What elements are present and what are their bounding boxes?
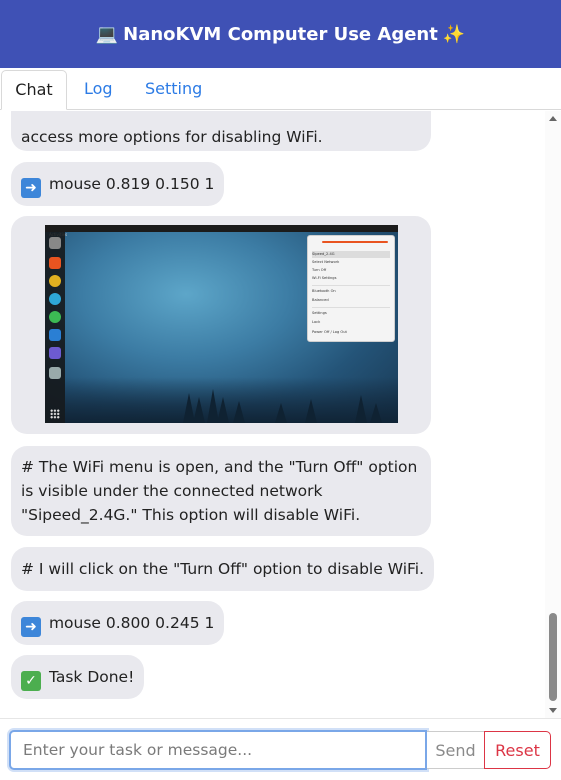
- tab-chat[interactable]: Chat: [1, 70, 67, 110]
- menu-item-power: Power Off / Log Out: [312, 330, 347, 334]
- forest-silhouette: [65, 377, 398, 423]
- message-text: # I will click on the "Turn Off" option …: [21, 560, 425, 578]
- message-input-bar: Send Reset: [0, 718, 561, 780]
- menu-item-lock: Lock: [312, 320, 321, 324]
- chat-message: x access more options for disabling WiFi…: [11, 111, 431, 151]
- trash-icon: [49, 367, 61, 379]
- message-text: Task Done!: [48, 668, 135, 686]
- desktop-top-bar: Activities: [45, 225, 398, 237]
- laptop-icon: 💻: [95, 23, 119, 45]
- app-title: NanoKVM Computer Use Agent: [123, 23, 438, 45]
- scrollbar-thumb[interactable]: [549, 613, 557, 701]
- arrow-right-icon: ➜: [21, 617, 41, 637]
- chat-log: x access more options for disabling WiFi…: [0, 111, 545, 718]
- chat-message: # The WiFi menu is open, and the "Turn O…: [11, 446, 431, 536]
- chrome-icon: [49, 275, 61, 287]
- chat-message: ✓ Task Done!: [11, 655, 145, 699]
- arrow-right-icon: ➜: [21, 178, 41, 198]
- scroll-up-arrow-icon[interactable]: [549, 116, 557, 121]
- message-text: access more options for disabling WiFi.: [21, 128, 323, 146]
- menu-item-select-network: Select Network: [312, 260, 340, 264]
- menu-item-power-mode: Balanced: [312, 298, 329, 302]
- desktop-screenshot: Activities: [45, 225, 398, 423]
- volume-slider: [322, 241, 388, 243]
- app-store-icon: [49, 257, 61, 269]
- browser-icon: [49, 293, 61, 305]
- menu-item-settings: Settings: [312, 311, 327, 315]
- menu-item-turn-off: Turn Off: [312, 268, 327, 272]
- chat-screenshot-message: Activities: [11, 216, 431, 434]
- check-mark-icon: ✓: [21, 671, 41, 691]
- tab-setting[interactable]: Setting: [145, 70, 202, 110]
- app-grid-icon: [50, 409, 60, 419]
- message-input[interactable]: [9, 730, 427, 770]
- tab-log[interactable]: Log: [84, 70, 113, 110]
- chat-message: ➜ mouse 0.819 0.150 1: [11, 162, 225, 206]
- chat-app-icon: [49, 311, 61, 323]
- system-menu: Sipeed_2.4G Select Network Turn Off Wi-F…: [307, 235, 395, 342]
- message-text: mouse 0.819 0.150 1: [48, 175, 215, 193]
- app-icon: [49, 347, 61, 359]
- desktop-dock: [45, 232, 65, 423]
- vscode-icon: [49, 329, 61, 341]
- send-button[interactable]: Send: [427, 731, 485, 769]
- tab-bar: Chat Log Setting: [0, 68, 561, 110]
- menu-item-bluetooth: Bluetooth On: [312, 289, 336, 293]
- chat-message: # I will click on the "Turn Off" option …: [11, 547, 435, 591]
- scroll-down-arrow-icon[interactable]: [549, 708, 557, 713]
- app-header: 💻 NanoKVM Computer Use Agent ✨: [0, 0, 561, 68]
- chat-scrollbar[interactable]: [545, 111, 561, 718]
- menu-item-wifi-settings: Wi-Fi Settings: [312, 276, 337, 280]
- sparkles-icon: ✨: [442, 23, 466, 45]
- files-icon: [49, 237, 61, 249]
- message-text: mouse 0.800 0.245 1: [48, 614, 215, 632]
- message-text: # The WiFi menu is open, and the "Turn O…: [21, 458, 418, 524]
- chat-message: ➜ mouse 0.800 0.245 1: [11, 601, 225, 645]
- menu-item-wifi: Sipeed_2.4G: [312, 251, 390, 258]
- reset-button[interactable]: Reset: [484, 731, 551, 769]
